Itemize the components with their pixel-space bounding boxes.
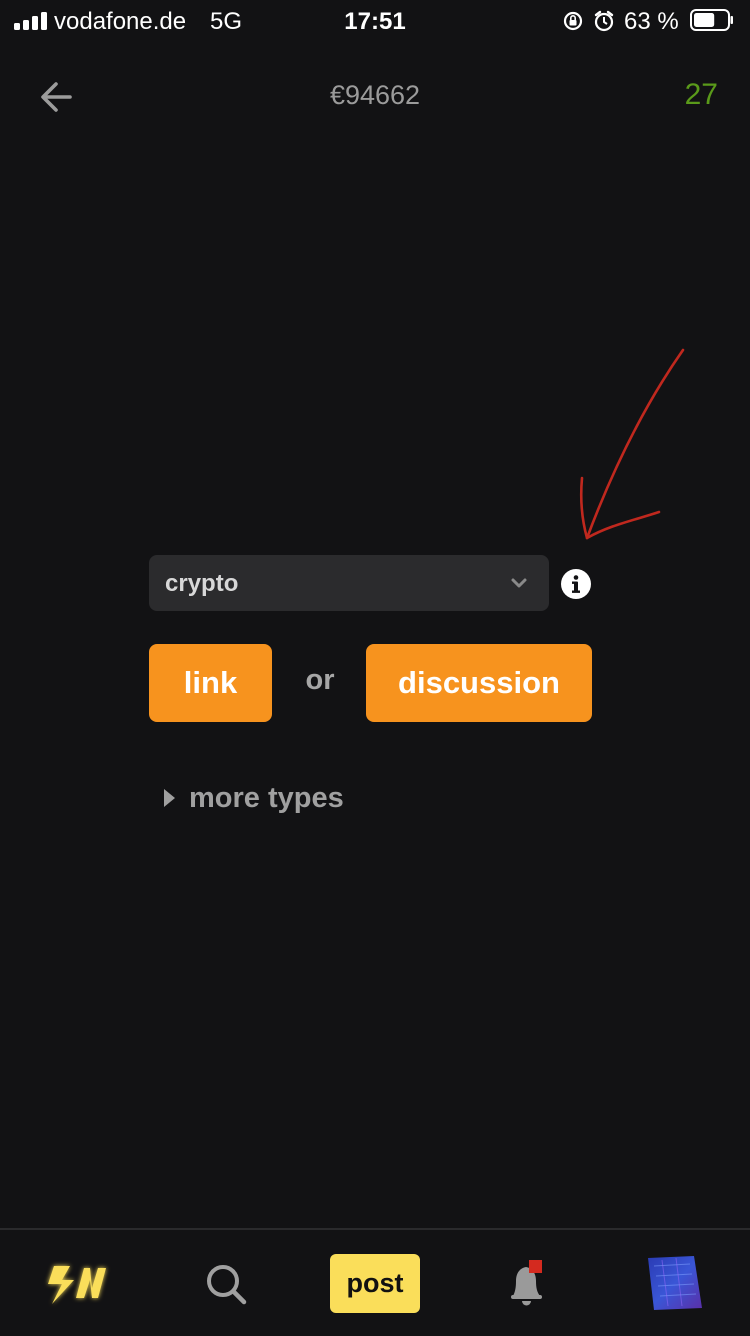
link-button[interactable]: link xyxy=(149,644,272,722)
annotation-arrow-icon xyxy=(579,348,685,540)
info-icon[interactable] xyxy=(560,568,592,600)
orientation-lock-icon xyxy=(563,11,583,31)
search-icon[interactable] xyxy=(204,1262,248,1306)
battery-icon xyxy=(690,9,733,31)
caret-right-icon xyxy=(164,789,175,807)
chevron-down-icon xyxy=(511,578,527,588)
signal-icon xyxy=(14,12,48,30)
arrow-left-icon[interactable] xyxy=(36,76,78,118)
sats-counter[interactable]: 27 xyxy=(685,78,718,112)
territory-select[interactable]: crypto xyxy=(149,555,549,611)
bottom-nav: post xyxy=(0,1228,750,1336)
notification-badge xyxy=(529,1260,542,1273)
network-type: 5G xyxy=(210,8,243,35)
status-bar: vodafone.de 5G 17:51 63 % xyxy=(0,0,750,44)
alarm-icon xyxy=(594,10,614,32)
more-types-toggle[interactable]: more types xyxy=(164,778,344,818)
orientation-lock-alarm-icons xyxy=(563,10,614,32)
wallet-balance: €94662 xyxy=(329,80,421,110)
bell-icon[interactable] xyxy=(505,1258,549,1308)
more-types-label: more types xyxy=(189,781,344,814)
or-label: or xyxy=(305,664,335,696)
discussion-button[interactable]: discussion xyxy=(366,644,592,722)
post-button[interactable]: post xyxy=(330,1254,420,1313)
battery-percent: 63 % xyxy=(624,8,679,35)
avatar-icon[interactable] xyxy=(646,1254,704,1312)
sn-logo-icon[interactable] xyxy=(40,1258,114,1310)
carrier-name: vodafone.de xyxy=(54,8,187,35)
territory-select-value: crypto xyxy=(165,570,239,597)
